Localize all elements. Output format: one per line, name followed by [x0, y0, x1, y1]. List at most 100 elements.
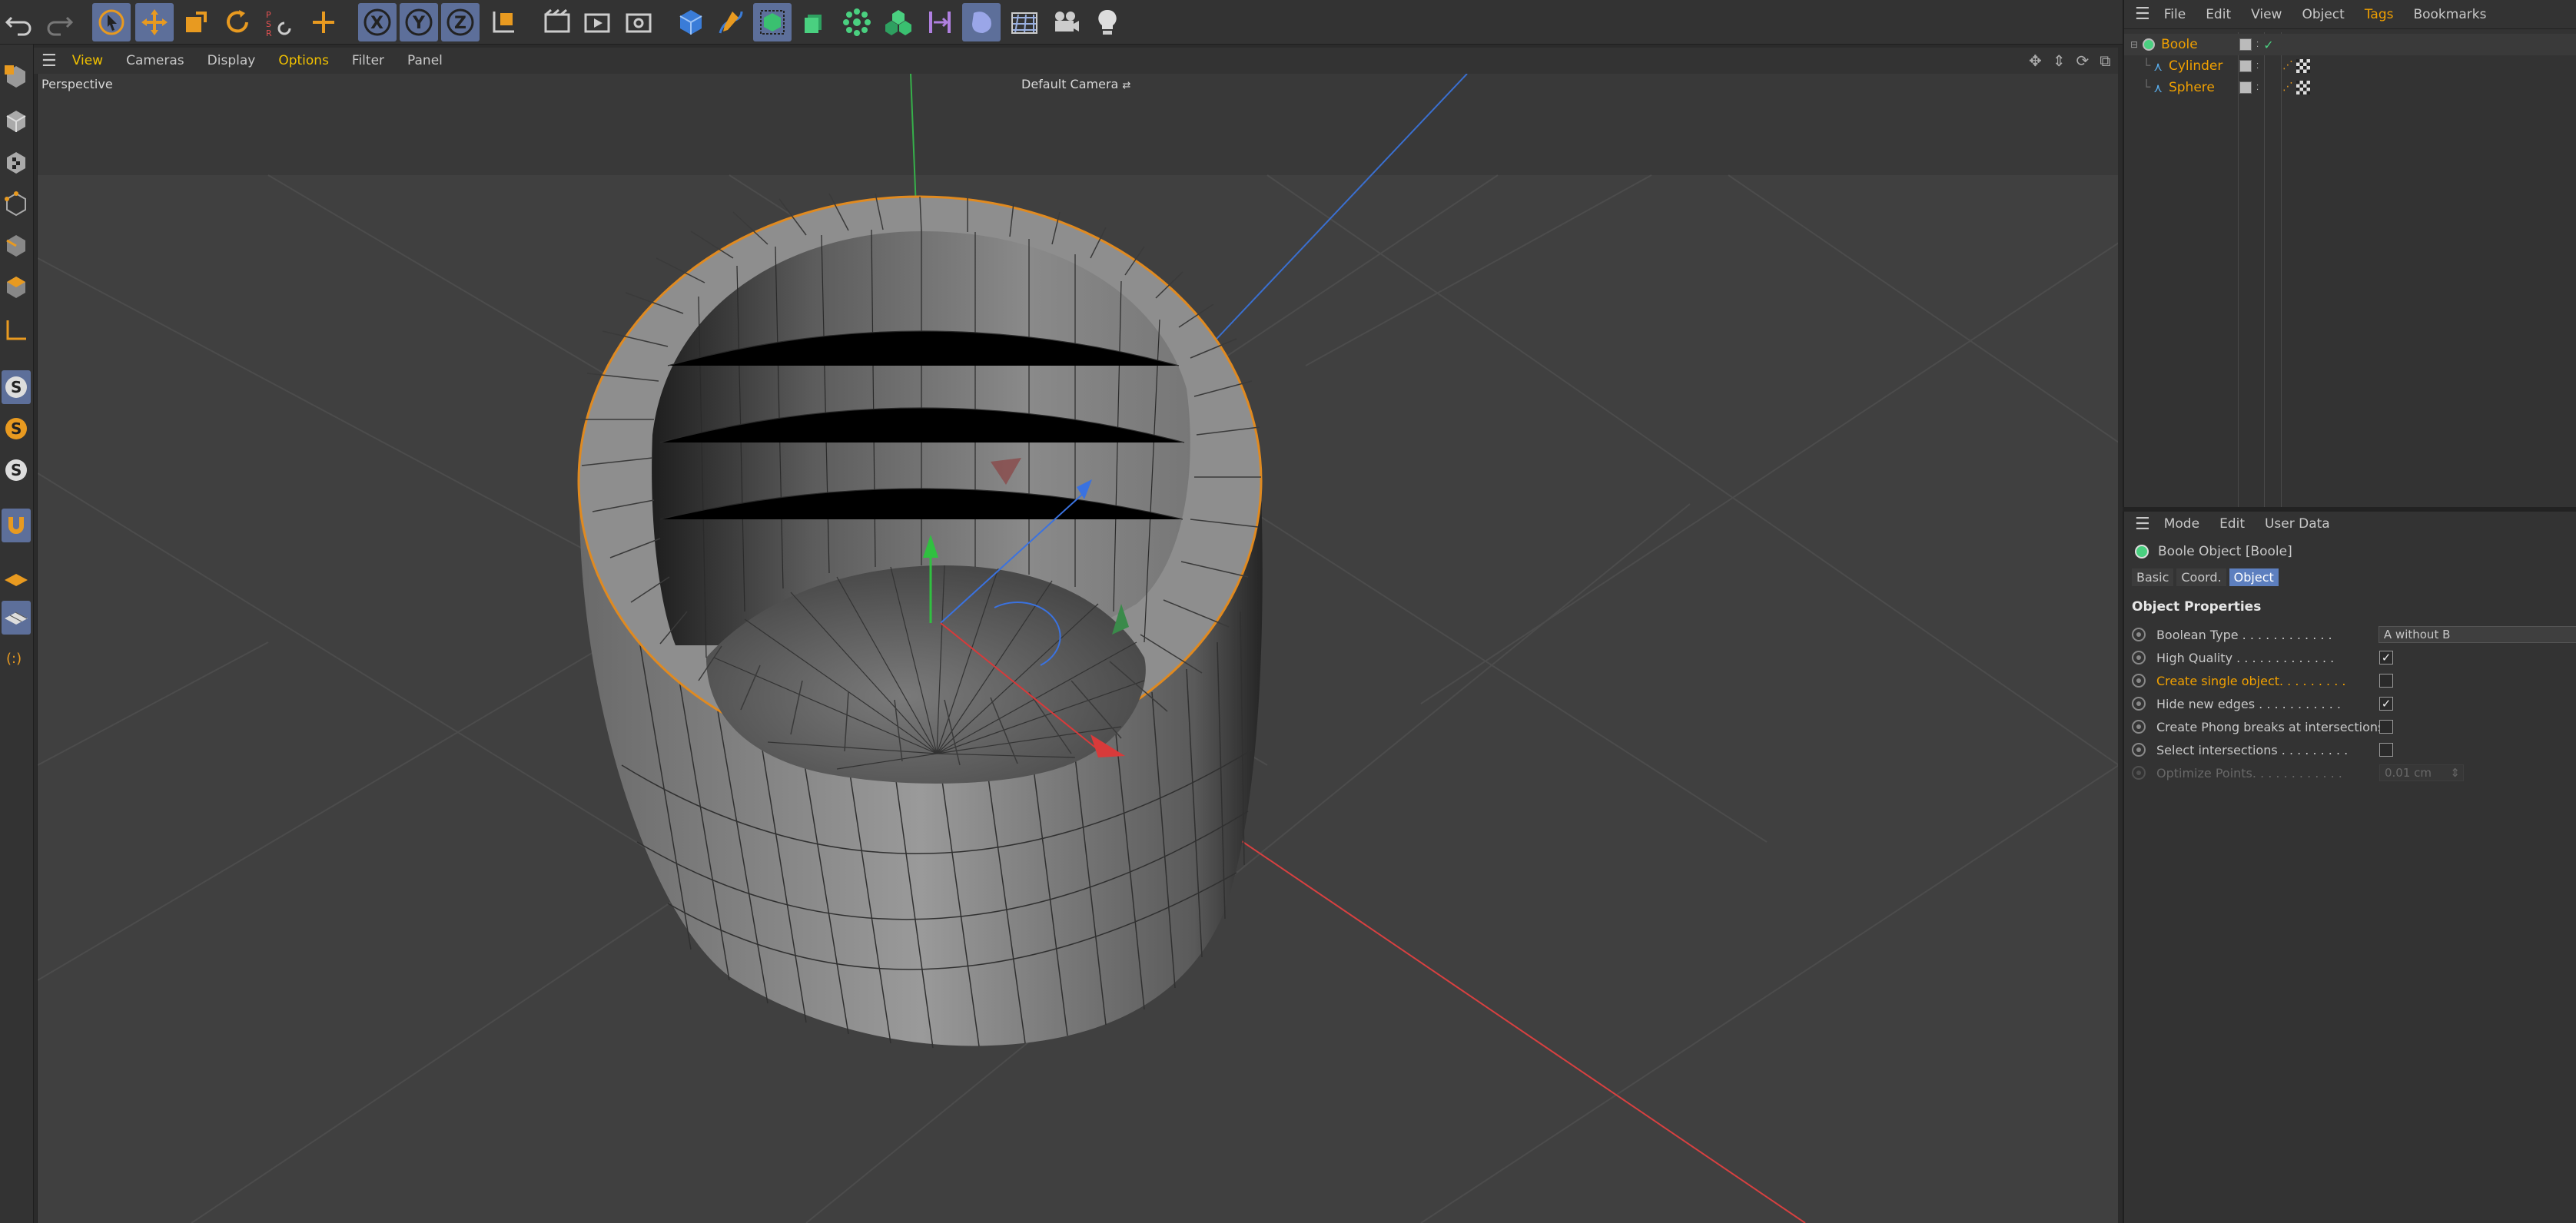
am-hamburger-icon[interactable]: ☰ — [2135, 515, 2150, 534]
om-menu-view[interactable]: View — [2251, 7, 2282, 22]
workplane-icon[interactable] — [2, 561, 31, 595]
om-menu-edit[interactable]: Edit — [2206, 7, 2231, 22]
viewport-orbit-icon[interactable]: ⟳ — [2076, 51, 2090, 70]
material-tag-icon[interactable] — [2296, 59, 2310, 73]
y-axis-lock-icon[interactable]: Y — [400, 3, 438, 41]
viewport-camera-label[interactable]: Default Camera ⇄ — [1021, 77, 1130, 91]
editor-visibility-icon[interactable] — [2239, 60, 2252, 72]
om-object-name[interactable]: Cylinder — [2169, 58, 2222, 74]
am-menu-user-data[interactable]: User Data — [2265, 516, 2330, 532]
om-row-boole[interactable]: ⊟ Boole ⁚ ✓ — [2124, 34, 2576, 55]
om-menu-bookmarks[interactable]: Bookmarks — [2413, 7, 2486, 22]
snap-settings-icon[interactable]: S — [2, 412, 31, 446]
camera-cycle-icon[interactable]: ⇄ — [1122, 80, 1130, 91]
visibility-dots-icon[interactable]: ⁚ — [2256, 41, 2259, 49]
points-mode-icon[interactable] — [2, 187, 31, 221]
animate-radio-icon[interactable] — [2132, 628, 2146, 641]
transform-tool-icon[interactable]: PSR — [260, 3, 298, 41]
floor-environment-icon[interactable] — [1005, 3, 1044, 41]
viewport-dolly-icon[interactable]: ⇕ — [2053, 51, 2066, 70]
magnet-icon[interactable] — [2, 509, 31, 542]
om-object-name[interactable]: Sphere — [2169, 80, 2215, 95]
viewport-menu-view[interactable]: View — [72, 53, 103, 68]
om-object-name[interactable]: Boole — [2161, 37, 2198, 52]
subdivision-surface-icon[interactable] — [753, 3, 792, 41]
selection-tool-icon[interactable] — [92, 3, 131, 41]
camera-icon[interactable] — [1047, 3, 1085, 41]
coordinate-system-icon[interactable] — [484, 3, 523, 41]
viewport-menu-filter[interactable]: Filter — [352, 53, 384, 68]
om-hamburger-icon[interactable]: ☰ — [2135, 5, 2150, 24]
add-icon[interactable] — [304, 3, 343, 41]
editor-visibility-icon[interactable] — [2239, 81, 2252, 94]
field-icon[interactable] — [962, 3, 1001, 41]
animate-radio-icon[interactable] — [2132, 743, 2146, 757]
texture-mode-icon[interactable] — [2, 146, 31, 180]
locked-workplane-icon[interactable] — [2, 601, 31, 635]
z-axis-lock-icon[interactable]: Z — [441, 3, 480, 41]
tab-coord[interactable]: Coord. — [2176, 568, 2226, 586]
viewport-menu-panel[interactable]: Panel — [407, 53, 443, 68]
om-row-cylinder[interactable]: └ ⋏ Cylinder ⁚ ⋰ — [2124, 55, 2576, 77]
viewport-menu-options[interactable]: Options — [278, 53, 329, 68]
cloner-icon[interactable] — [879, 3, 918, 41]
edges-mode-icon[interactable] — [2, 229, 31, 263]
x-axis-lock-icon[interactable]: X — [358, 3, 397, 41]
viewport-menu-display[interactable]: Display — [207, 53, 256, 68]
prop-create-single-object: Create single object. . . . . . . . . — [2132, 670, 2576, 691]
undo-icon[interactable] — [0, 3, 38, 41]
phong-tag-icon[interactable]: ⋰ — [2282, 59, 2293, 73]
create-single-object-checkbox[interactable] — [2379, 674, 2393, 688]
make-editable-icon[interactable] — [2, 60, 31, 94]
select-intersections-checkbox[interactable] — [2379, 743, 2393, 757]
editor-visibility-icon[interactable] — [2239, 38, 2252, 51]
om-row-sphere[interactable]: └ ⋏ Sphere ⁚ ⋰ — [2124, 77, 2576, 98]
model-mode-icon[interactable] — [2, 104, 31, 138]
viewport-menu-cameras[interactable]: Cameras — [126, 53, 184, 68]
extrude-generator-icon[interactable] — [795, 3, 833, 41]
deformer-icon[interactable] — [921, 3, 959, 41]
material-tag-icon[interactable] — [2296, 81, 2310, 94]
collapse-icon[interactable]: ⊟ — [2130, 39, 2138, 50]
high-quality-checkbox[interactable]: ✓ — [2379, 651, 2393, 665]
cube-primitive-icon[interactable] — [672, 3, 710, 41]
tab-object[interactable]: Object — [2229, 568, 2279, 586]
pen-spline-icon[interactable] — [712, 3, 750, 41]
viewport-pan-icon[interactable]: ✥ — [2029, 51, 2042, 70]
tab-basic[interactable]: Basic — [2132, 568, 2174, 586]
am-menu-edit[interactable]: Edit — [2219, 516, 2245, 532]
visibility-dots-icon[interactable]: ⁚ — [2256, 62, 2259, 71]
solo-mode-icon[interactable]: (:) — [2, 641, 31, 674]
polygons-mode-icon[interactable] — [2, 270, 31, 304]
phong-breaks-checkbox[interactable] — [2379, 720, 2393, 734]
om-menu-file[interactable]: File — [2164, 7, 2186, 22]
hide-new-edges-checkbox[interactable]: ✓ — [2379, 697, 2393, 711]
visibility-dots-icon[interactable]: ⁚ — [2256, 84, 2259, 92]
rotate-tool-icon[interactable] — [218, 3, 257, 41]
om-menu-tags[interactable]: Tags — [2365, 7, 2394, 22]
om-menu-object[interactable]: Object — [2302, 7, 2344, 22]
viewport-maximize-icon[interactable]: ⧉ — [2100, 51, 2110, 70]
move-tool-icon[interactable] — [135, 3, 174, 41]
animate-radio-icon[interactable] — [2132, 697, 2146, 711]
workplane-snap-icon[interactable]: S — [2, 453, 31, 487]
animate-radio-icon[interactable] — [2132, 674, 2146, 688]
viewport-hamburger-icon[interactable]: ☰ — [41, 51, 57, 71]
enabled-check-icon[interactable]: ✓ — [2263, 38, 2273, 52]
render-to-picture-viewer-icon[interactable] — [578, 3, 616, 41]
phong-tag-icon[interactable]: ⋰ — [2282, 81, 2293, 94]
svg-text:R: R — [266, 28, 272, 38]
boolean-type-dropdown[interactable]: A without B — [2378, 626, 2576, 643]
array-generator-icon[interactable] — [838, 3, 876, 41]
am-menu-mode[interactable]: Mode — [2164, 516, 2199, 532]
light-icon[interactable] — [1088, 3, 1127, 41]
render-view-icon[interactable] — [538, 3, 576, 41]
axis-mode-icon[interactable] — [2, 313, 31, 347]
render-settings-icon[interactable] — [619, 3, 658, 41]
animate-radio-icon[interactable] — [2132, 720, 2146, 734]
scale-tool-icon[interactable] — [177, 3, 215, 41]
redo-icon[interactable] — [40, 3, 78, 41]
3d-viewport[interactable]: Perspective Default Camera ⇄ — [37, 74, 2118, 1223]
snap-icon[interactable]: S — [2, 370, 31, 404]
animate-radio-icon[interactable] — [2132, 651, 2146, 665]
